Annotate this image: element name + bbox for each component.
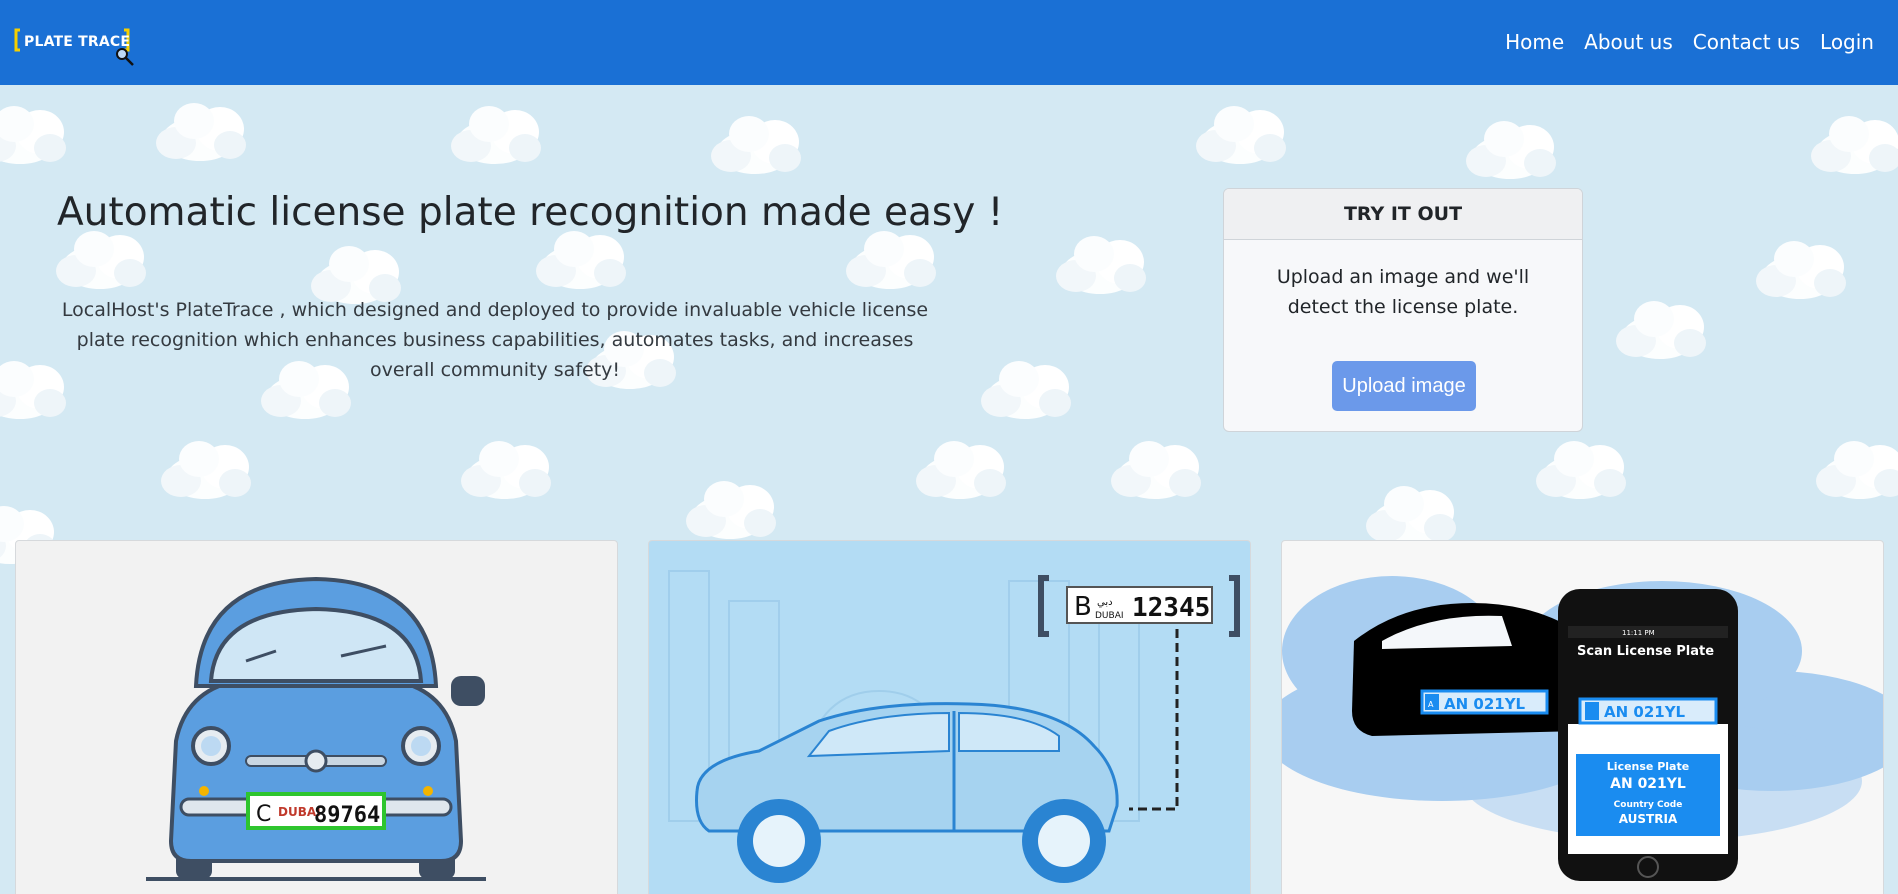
try-it-out-card: TRY IT OUT Upload an image and we'll det… [1223, 188, 1583, 432]
card2-plate-letter: B [1074, 592, 1092, 622]
phone-scan-illustration: A AN 021YL 11:11 PM Scan License Plate A… [1282, 576, 1883, 881]
navbar: PLATE TRACE Home About us Contact us Log… [0, 0, 1898, 85]
card3-car-plate-flag: A [1428, 700, 1434, 709]
nav-home-link[interactable]: Home [1505, 30, 1564, 54]
nav-login-link[interactable]: Login [1820, 30, 1874, 54]
phone-title: Scan License Plate [1577, 644, 1714, 659]
card1-plate-number: 89764 [314, 803, 380, 828]
hatchback-illustration: B دبي DUBAI 12345 [668, 570, 1240, 883]
card2-plate-emirate: DUBAI [1095, 611, 1124, 621]
plate-trace-logo[interactable]: PLATE TRACE [14, 26, 139, 66]
result-plate: AN 021YL [1610, 776, 1686, 792]
card3-car-plate: AN 021YL [1444, 695, 1526, 713]
card2-plate-arabic: دبي [1097, 597, 1113, 608]
country-value: AUSTRIA [1619, 812, 1678, 826]
feature-card-vintage-car: C DUBAI 89764 [15, 540, 618, 894]
nav-about-link[interactable]: About us [1584, 30, 1673, 54]
magnifier-icon [116, 48, 134, 66]
phone-detected-plate: AN 021YL [1604, 703, 1686, 721]
feature-card-hatchback: B دبي DUBAI 12345 [648, 540, 1251, 894]
try-card-header: TRY IT OUT [1224, 189, 1582, 240]
upload-image-button[interactable]: Upload image [1332, 361, 1476, 411]
hero-description: LocalHost's PlateTrace , which designed … [61, 299, 929, 381]
country-label: Country Code [1614, 800, 1683, 810]
result-label: License Plate [1607, 760, 1689, 773]
try-card-text: Upload an image and we'll detect the lic… [1276, 266, 1530, 318]
hero-title: Automatic license plate recognition made… [57, 190, 1004, 235]
feature-card-phone-scan: A AN 021YL 11:11 PM Scan License Plate A… [1281, 540, 1884, 894]
card2-plate-number: 12345 [1132, 593, 1210, 623]
card1-plate-prefix: C [256, 802, 271, 827]
nav-contact-link[interactable]: Contact us [1693, 30, 1800, 54]
nav-links: Home About us Contact us Login [1505, 30, 1874, 54]
phone-time: 11:11 PM [1622, 629, 1655, 637]
vintage-car-illustration: C DUBAI 89764 [146, 576, 486, 881]
